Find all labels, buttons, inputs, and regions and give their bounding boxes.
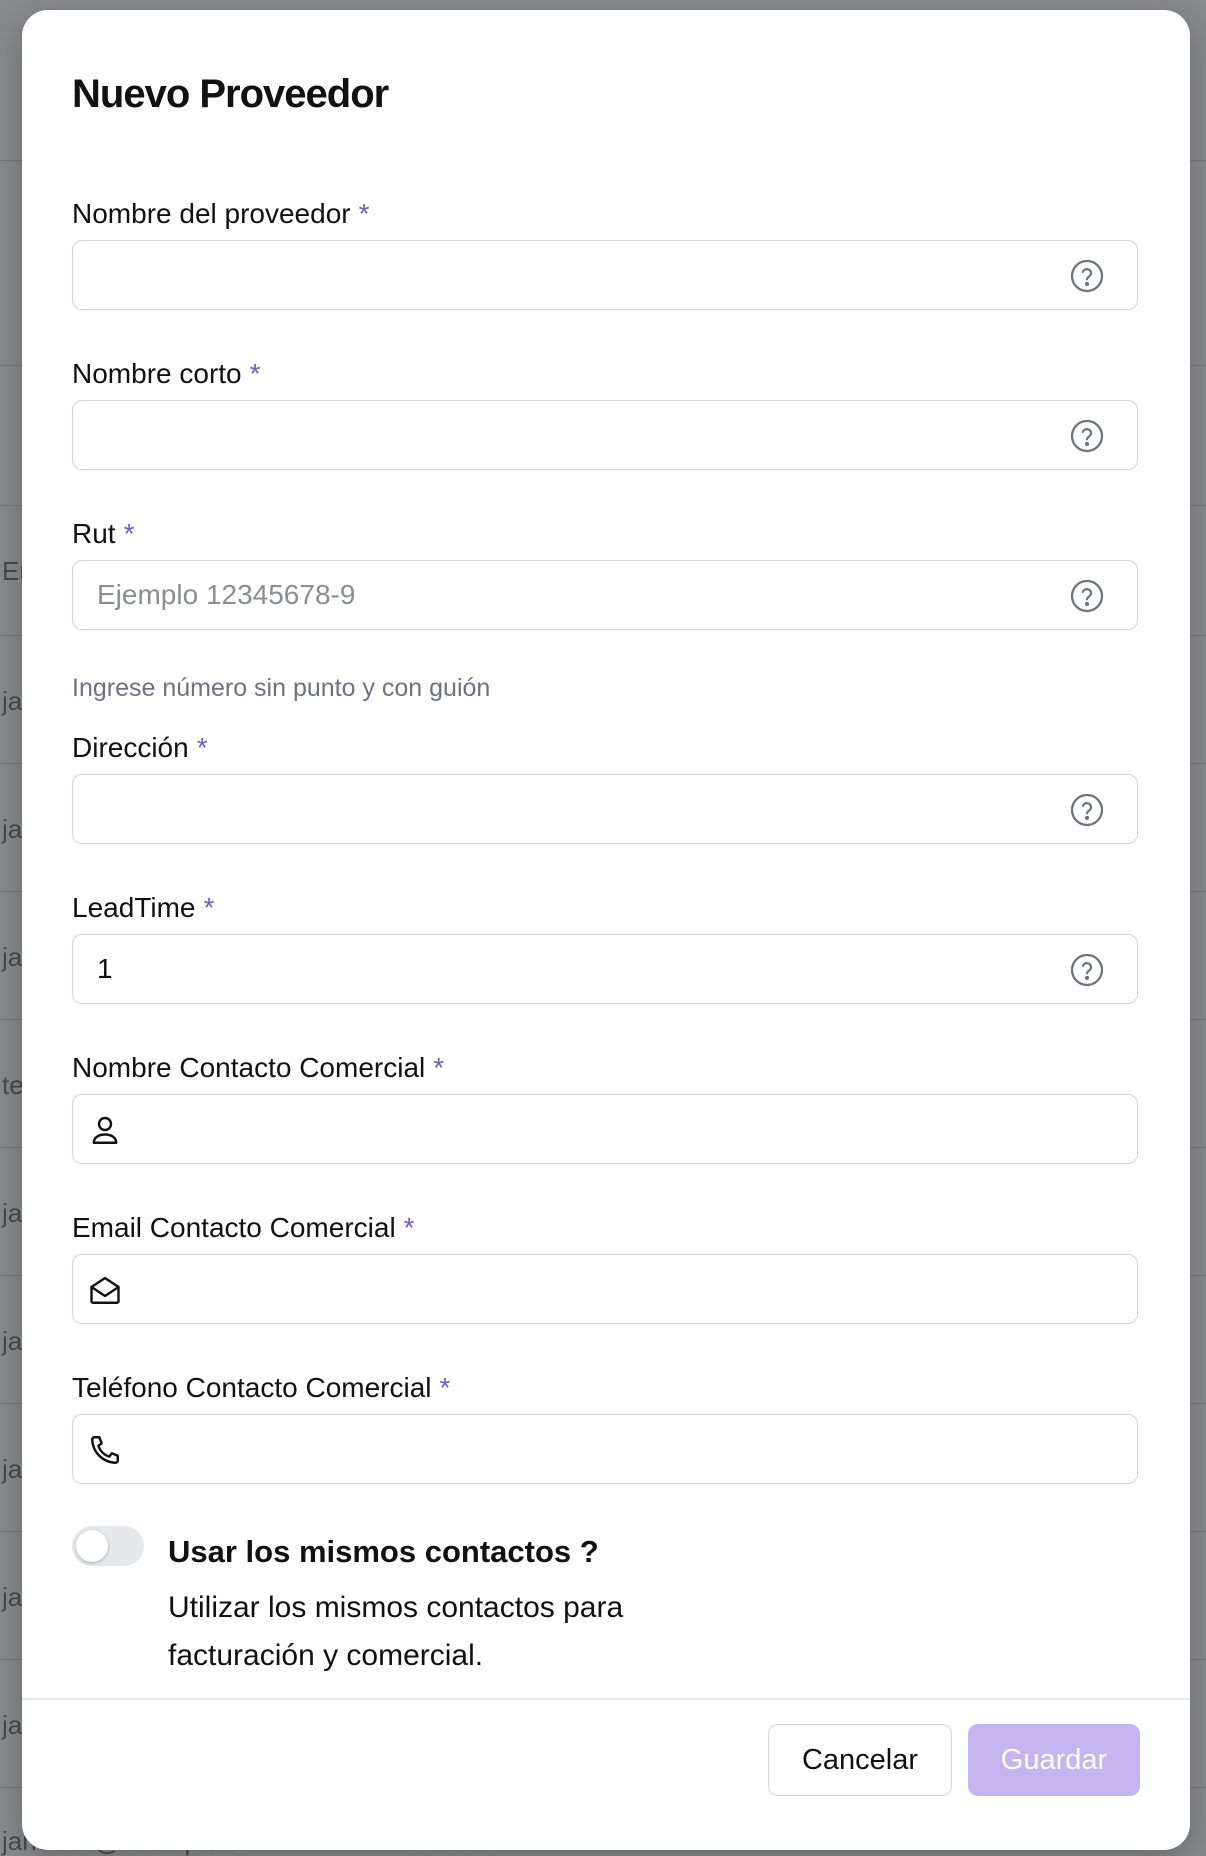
- same-contacts-title: Usar los mismos contactos ?: [168, 1534, 599, 1569]
- question-circle-icon[interactable]: [1069, 952, 1105, 988]
- question-circle-icon[interactable]: [1069, 418, 1105, 454]
- rut-label: Rut *: [72, 518, 134, 550]
- supplier-name-label: Nombre del proveedor *: [72, 198, 370, 230]
- background-cell: te: [2, 1070, 24, 1100]
- contact-phone-label-text: Teléfono Contacto Comercial: [72, 1372, 432, 1403]
- background-cell: ja: [2, 686, 23, 716]
- background-cell: ja: [2, 942, 23, 972]
- contact-phone-label: Teléfono Contacto Comercial *: [72, 1372, 450, 1404]
- contact-name-label-text: Nombre Contacto Comercial: [72, 1052, 426, 1083]
- footer-divider: [22, 1698, 1190, 1700]
- cancel-button[interactable]: Cancelar: [768, 1724, 952, 1796]
- save-button[interactable]: Guardar: [968, 1724, 1140, 1796]
- contact-email-field[interactable]: [72, 1254, 1138, 1324]
- background-cell: ja: [2, 1710, 23, 1740]
- short-name-field[interactable]: [72, 400, 1138, 470]
- envelope-icon: [90, 1276, 120, 1304]
- background-cell: ja: [2, 1198, 23, 1228]
- user-icon: [92, 1116, 118, 1144]
- contact-phone-field[interactable]: [72, 1414, 1138, 1484]
- same-contacts-toggle[interactable]: [72, 1526, 144, 1566]
- contact-email-label: Email Contacto Comercial *: [72, 1212, 415, 1244]
- contact-name-input[interactable]: [139, 1095, 1099, 1163]
- supplier-name-label-text: Nombre del proveedor: [72, 198, 351, 229]
- question-circle-icon[interactable]: [1069, 792, 1105, 828]
- contact-email-input[interactable]: [139, 1255, 1099, 1323]
- required-asterisk: *: [403, 1212, 415, 1243]
- background-cell: ja: [2, 814, 23, 844]
- contact-name-field[interactable]: [72, 1094, 1138, 1164]
- short-name-label: Nombre corto *: [72, 358, 261, 390]
- address-label: Dirección *: [72, 732, 208, 764]
- rut-field[interactable]: [72, 560, 1138, 630]
- contact-name-label: Nombre Contacto Comercial *: [72, 1052, 444, 1084]
- address-field[interactable]: [72, 774, 1138, 844]
- address-label-text: Dirección: [72, 732, 189, 763]
- leadtime-input[interactable]: [97, 935, 1057, 1003]
- supplier-name-field[interactable]: [72, 240, 1138, 310]
- required-asterisk: *: [203, 892, 215, 923]
- rut-hint: Ingrese número sin punto y con guión: [72, 674, 491, 702]
- toggle-knob: [76, 1530, 108, 1562]
- required-asterisk: *: [358, 198, 370, 229]
- background-cell: ja: [2, 1326, 23, 1356]
- leadtime-label-text: LeadTime: [72, 892, 196, 923]
- same-contacts-description: Utilizar los mismos contactos para factu…: [168, 1591, 624, 1672]
- leadtime-label: LeadTime *: [72, 892, 214, 924]
- question-circle-icon[interactable]: [1069, 258, 1105, 294]
- leadtime-field[interactable]: [72, 934, 1138, 1004]
- required-asterisk: *: [439, 1372, 451, 1403]
- address-input[interactable]: [97, 775, 1057, 843]
- rut-input[interactable]: [97, 561, 1057, 629]
- short-name-input[interactable]: [97, 401, 1057, 469]
- question-circle-icon[interactable]: [1069, 578, 1105, 614]
- contact-email-label-text: Email Contacto Comercial: [72, 1212, 396, 1243]
- required-asterisk: *: [123, 518, 135, 549]
- rut-label-text: Rut: [72, 518, 116, 549]
- required-asterisk: *: [249, 358, 261, 389]
- short-name-label-text: Nombre corto: [72, 358, 242, 389]
- supplier-name-input[interactable]: [97, 241, 1057, 309]
- required-asterisk: *: [196, 732, 208, 763]
- background-cell: ja: [2, 1582, 23, 1612]
- contact-phone-input[interactable]: [139, 1415, 1099, 1483]
- background-cell: ja: [2, 1454, 23, 1484]
- phone-icon: [91, 1436, 119, 1464]
- required-asterisk: *: [433, 1052, 445, 1083]
- modal-title: Nuevo Proveedor: [72, 72, 389, 116]
- new-supplier-modal: Nuevo Proveedor Nombre del proveedor * No…: [22, 10, 1190, 1850]
